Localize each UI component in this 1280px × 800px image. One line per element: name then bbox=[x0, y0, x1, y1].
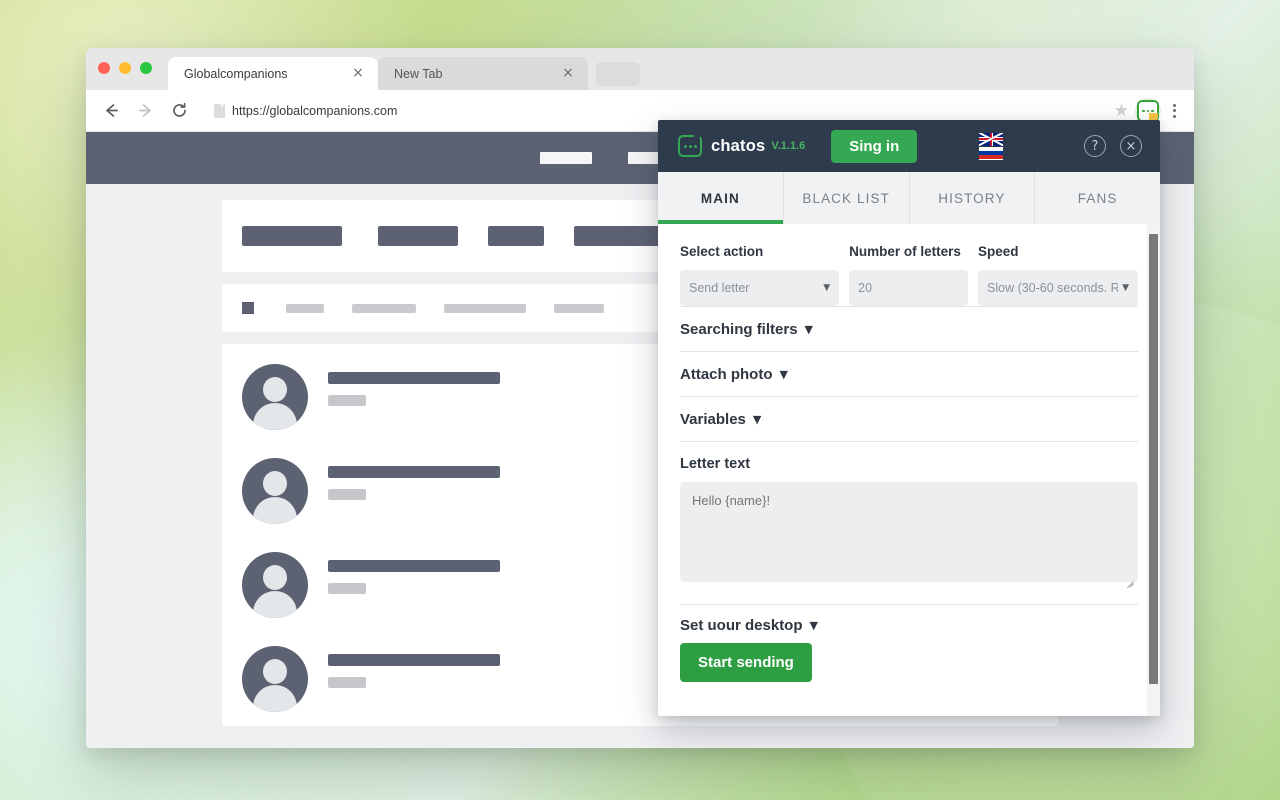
window-controls bbox=[98, 62, 152, 74]
close-window-button[interactable] bbox=[98, 62, 110, 74]
accordion-label: Variables bbox=[680, 410, 746, 428]
filter-placeholder bbox=[286, 303, 324, 313]
chatos-panel: chatos V.1.1.6 Sing in ? × MAIN BLACK LI… bbox=[658, 120, 1160, 716]
avatar bbox=[242, 646, 308, 712]
reload-icon[interactable] bbox=[164, 96, 194, 126]
panel-header-actions: ? × bbox=[1084, 135, 1160, 157]
chatos-logo-icon bbox=[678, 135, 702, 157]
address-bar-url: https://globalcompanions.com bbox=[232, 103, 398, 118]
select-action-label: Select action bbox=[680, 244, 764, 259]
filter-placeholder bbox=[554, 303, 604, 313]
panel-scrollbar-thumb[interactable] bbox=[1149, 234, 1158, 684]
tab-black-list[interactable]: BLACK LIST bbox=[784, 172, 910, 224]
chatos-version-label: V.1.1.6 bbox=[771, 140, 806, 152]
uk-flag-icon[interactable] bbox=[979, 132, 1004, 146]
accordion-header[interactable]: Variables ▼ bbox=[680, 411, 1138, 428]
chatos-logo-text: chatos bbox=[711, 136, 766, 155]
avatar bbox=[242, 458, 308, 524]
select-action-dropdown[interactable]: Send letter ▼ bbox=[680, 269, 840, 306]
browser-tab-title: Globalcompanions bbox=[184, 66, 288, 81]
accordion-label: Attach photo bbox=[680, 365, 773, 383]
chevron-down-icon: ▼ bbox=[779, 367, 788, 381]
chevron-down-icon: ▼ bbox=[804, 322, 814, 336]
speed-label: Speed bbox=[978, 244, 1019, 259]
tab-fans[interactable]: FANS bbox=[1035, 172, 1160, 224]
list-item-name-placeholder bbox=[328, 372, 500, 384]
list-item-sub-placeholder bbox=[328, 395, 366, 406]
hero-placeholder bbox=[488, 226, 544, 246]
filter-placeholder bbox=[352, 303, 416, 313]
close-tab-icon[interactable]: × bbox=[560, 65, 576, 82]
language-switcher[interactable] bbox=[979, 132, 1004, 160]
browser-tab-strip: Globalcompanions × New Tab × bbox=[86, 48, 1194, 90]
chatos-panel-body: Select action Send letter ▼ Number of le… bbox=[658, 224, 1160, 716]
chatos-panel-header: chatos V.1.1.6 Sing in ? × bbox=[658, 120, 1160, 172]
speed-field: Speed Slow (30-60 seconds. Re ▼ bbox=[978, 244, 1138, 306]
tab-main[interactable]: MAIN bbox=[658, 172, 784, 224]
list-item-sub-placeholder bbox=[328, 677, 366, 688]
browser-menu-icon[interactable] bbox=[1167, 103, 1182, 118]
select-action-value: Send letter bbox=[689, 280, 750, 295]
speed-dropdown[interactable]: Slow (30-60 seconds. Re ▼ bbox=[978, 269, 1138, 306]
chatos-extension-icon bbox=[1137, 99, 1159, 122]
filter-placeholder bbox=[444, 303, 526, 313]
ru-flag-icon[interactable] bbox=[979, 146, 1004, 160]
accordion-header[interactable]: Attach photo ▼ bbox=[680, 366, 1138, 383]
accordion-attach-photo[interactable]: Attach photo ▼ bbox=[680, 350, 1138, 396]
desktop-section: Set uour desktop ▼ Start sending bbox=[680, 603, 1138, 682]
filter-square-icon bbox=[242, 302, 254, 314]
number-of-letters-field: Number of letters 20 bbox=[849, 244, 968, 306]
letter-text-section: Letter text bbox=[680, 440, 1138, 587]
accordion-searching-filters[interactable]: Searching filters ▼ bbox=[680, 305, 1138, 351]
chevron-down-icon: ▼ bbox=[823, 282, 831, 293]
number-of-letters-value: 20 bbox=[858, 280, 873, 295]
list-item-name-placeholder bbox=[328, 466, 500, 478]
list-item-sub-placeholder bbox=[328, 583, 366, 594]
avatar bbox=[242, 364, 308, 430]
chevron-down-icon: ▼ bbox=[752, 412, 762, 426]
page-document-icon bbox=[214, 103, 225, 118]
list-item-name-placeholder bbox=[328, 654, 500, 666]
tab-history[interactable]: HISTORY bbox=[910, 172, 1036, 224]
action-settings-row: Select action Send letter ▼ Number of le… bbox=[680, 244, 1138, 306]
chevron-down-icon: ▼ bbox=[1122, 282, 1129, 293]
chatos-panel-tabs: MAIN BLACK LIST HISTORY FANS bbox=[658, 172, 1160, 224]
accordion-header[interactable]: Searching filters ▼ bbox=[680, 321, 1138, 338]
letter-text-label: Letter text bbox=[680, 455, 751, 472]
forward-icon[interactable] bbox=[130, 96, 160, 126]
select-action-field: Select action Send letter ▼ bbox=[680, 244, 840, 306]
number-of-letters-label: Number of letters bbox=[849, 244, 961, 259]
letter-textarea[interactable] bbox=[680, 481, 1138, 582]
help-icon[interactable]: ? bbox=[1084, 135, 1106, 157]
chevron-down-icon: ▼ bbox=[809, 618, 818, 632]
number-of-letters-input[interactable]: 20 bbox=[849, 269, 968, 306]
nav-placeholder bbox=[540, 152, 592, 164]
letter-textarea-wrapper bbox=[680, 481, 1138, 587]
browser-tab-title: New Tab bbox=[394, 66, 443, 81]
bookmark-star-icon[interactable]: ★ bbox=[1114, 101, 1129, 121]
panel-scrollbar-track[interactable] bbox=[1147, 224, 1160, 716]
list-item-name-placeholder bbox=[328, 560, 500, 572]
sign-in-button[interactable]: Sing in bbox=[831, 129, 918, 163]
browser-tab-new-tab[interactable]: New Tab × bbox=[378, 57, 588, 90]
accordion-label: Set uour desktop bbox=[680, 616, 803, 634]
start-sending-button[interactable]: Start sending bbox=[680, 642, 812, 682]
avatar bbox=[242, 552, 308, 618]
hero-placeholder bbox=[242, 226, 342, 246]
close-tab-icon[interactable]: × bbox=[350, 65, 366, 82]
speed-value: Slow (30-60 seconds. Re bbox=[987, 280, 1119, 295]
hero-placeholder bbox=[378, 226, 458, 246]
browser-tab-globalcompanions[interactable]: Globalcompanions × bbox=[168, 57, 378, 90]
browser-tabs: Globalcompanions × New Tab × bbox=[168, 57, 640, 90]
new-tab-button[interactable] bbox=[596, 62, 640, 86]
back-icon[interactable] bbox=[96, 96, 126, 126]
accordion-label: Searching filters bbox=[680, 320, 798, 338]
chatos-panel-scroll-content: Select action Send letter ▼ Number of le… bbox=[658, 224, 1160, 716]
close-icon[interactable]: × bbox=[1120, 135, 1142, 157]
accordion-variables[interactable]: Variables ▼ bbox=[680, 395, 1138, 441]
list-item-sub-placeholder bbox=[328, 489, 366, 500]
maximize-window-button[interactable] bbox=[140, 62, 152, 74]
minimize-window-button[interactable] bbox=[119, 62, 131, 74]
accordion-set-your-desktop[interactable]: Set uour desktop ▼ bbox=[680, 617, 1138, 634]
